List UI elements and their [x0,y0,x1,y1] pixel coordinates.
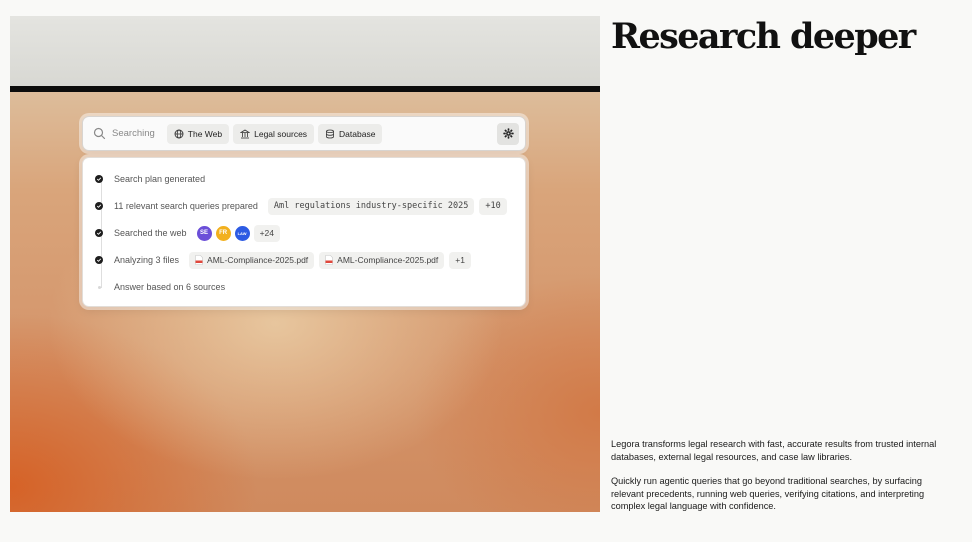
step-answer-sources: Answer based on 6 sources [95,277,235,297]
building-icon [240,129,251,138]
file-chip[interactable]: AML-Compliance-2025.pdf [189,251,315,269]
step-analyzing-files: Analyzing 3 files AML-Compliance-2025.pd… [95,250,476,270]
hero-divider [10,86,600,92]
step-text: Analyzing 3 files [114,255,180,265]
file-name: AML-Compliance-2025.pdf [337,255,439,265]
pending-dot-icon [97,285,101,289]
more-queries-badge[interactable]: +10 [479,197,507,215]
chip-database[interactable]: Database [318,123,383,144]
step-text: Answer based on 6 sources [114,282,226,292]
step-text: 11 relevant search queries prepared [114,201,258,211]
search-icon [93,127,106,140]
settings-button[interactable] [497,122,519,145]
gear-icon [502,128,514,139]
source-favicon-icon[interactable]: LAW [234,225,250,241]
description-paragraph: Quickly run agentic queries that go beyo… [611,476,925,511]
file-name: AML-Compliance-2025.pdf [207,255,309,265]
check-icon [95,175,103,183]
step-searched-web: Searched the web SE FR LAW +24 [95,223,285,243]
description-paragraph: Legora transforms legal research with fa… [611,439,937,462]
search-bar[interactable]: Searching The Web Legal sources Database [82,116,526,151]
check-icon [95,229,103,237]
search-status-label: Searching [112,128,155,139]
pdf-icon [325,255,333,265]
chip-the-web[interactable]: The Web [166,123,230,144]
chip-legal-sources[interactable]: Legal sources [233,123,315,144]
file-chip[interactable]: AML-Compliance-2025.pdf [319,251,445,269]
step-text: Searched the web [114,228,187,238]
search-progress-panel: Search plan generated 11 relevant search… [82,157,526,307]
source-favicon-icon[interactable]: SE [196,225,212,241]
more-files-badge[interactable]: +1 [449,251,471,269]
more-sources-badge[interactable]: +24 [253,224,280,242]
source-favicon-icon[interactable]: FR [215,225,231,241]
chip-label: Legal sources [254,128,308,139]
step-text: Search plan generated [114,174,206,184]
page-title: Research deeper [611,16,916,57]
database-icon [326,129,334,138]
chip-label: The Web [187,128,223,139]
pdf-icon [195,255,203,265]
hero-image: Searching The Web Legal sources Database [10,16,600,512]
step-plan-generated: Search plan generated [95,169,215,189]
check-icon [95,202,103,210]
step-queries-prepared: 11 relevant search queries prepared Aml … [95,196,512,216]
check-icon [95,256,103,264]
hero-top-band [10,16,600,86]
globe-icon [174,129,184,138]
query-tag[interactable]: Aml regulations industry-specific 2025 [267,197,475,215]
chip-label: Database [339,128,376,139]
